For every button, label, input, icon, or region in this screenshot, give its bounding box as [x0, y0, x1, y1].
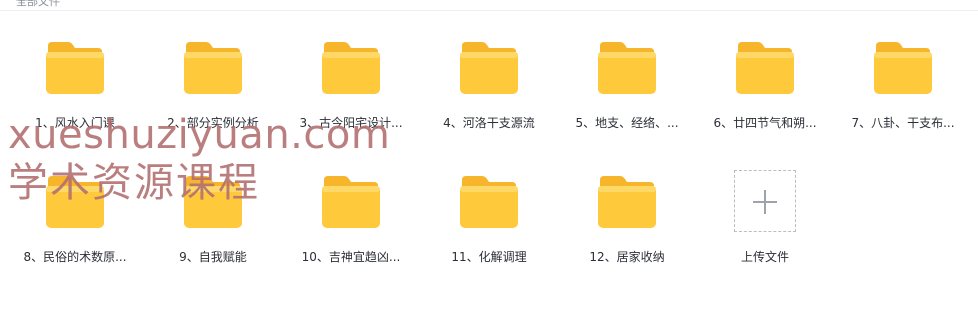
top-bar: 全部文件	[0, 0, 978, 11]
folder-label: 11、化解调理	[451, 250, 527, 264]
folder-icon	[460, 176, 518, 228]
folder-icon	[598, 42, 656, 94]
folder-item[interactable]: 6、廿四节气和朔...	[696, 36, 834, 156]
folder-icon	[736, 42, 794, 94]
folder-item[interactable]: 10、吉神宜趋凶...	[282, 170, 420, 290]
folder-label: 2、部分实例分析	[167, 116, 259, 130]
folder-item[interactable]: 5、地支、经络、...	[558, 36, 696, 156]
folder-item[interactable]: 12、居家收纳	[558, 170, 696, 290]
folder-item[interactable]: 7、八卦、干支布...	[834, 36, 972, 156]
folder-label: 6、廿四节气和朔...	[713, 116, 817, 130]
folder-icon	[184, 176, 242, 228]
folder-icon	[46, 42, 104, 94]
folder-label: 3、古今阳宅设计...	[299, 116, 403, 130]
folder-label: 10、吉神宜趋凶...	[301, 250, 401, 264]
folder-item[interactable]: 3、古今阳宅设计...	[282, 36, 420, 156]
file-browser: 全部文件 1、风水入门课 2、部分实例分析 3、古今阳宅设计... 4、河洛干支…	[0, 0, 978, 328]
upload-tile[interactable]: 上传文件	[696, 170, 834, 290]
folder-item[interactable]: 4、河洛干支源流	[420, 36, 558, 156]
folder-label: 5、地支、经络、...	[575, 116, 679, 130]
folder-item[interactable]: 8、民俗的术数原...	[6, 170, 144, 290]
folder-icon	[184, 42, 242, 94]
folder-item[interactable]: 2、部分实例分析	[144, 36, 282, 156]
folder-label: 12、居家收纳	[589, 250, 665, 264]
folder-item[interactable]: 1、风水入门课	[6, 36, 144, 156]
folder-icon	[598, 176, 656, 228]
folder-label: 7、八卦、干支布...	[851, 116, 955, 130]
folder-icon	[322, 42, 380, 94]
folder-label: 8、民俗的术数原...	[23, 250, 127, 264]
folder-label: 9、自我赋能	[179, 250, 247, 264]
folder-icon	[46, 176, 104, 228]
upload-button[interactable]	[734, 170, 796, 232]
breadcrumb[interactable]: 全部文件	[16, 0, 60, 9]
folder-label: 1、风水入门课	[35, 116, 115, 130]
folder-label: 4、河洛干支源流	[443, 116, 535, 130]
folder-item[interactable]: 11、化解调理	[420, 170, 558, 290]
folder-icon	[460, 42, 518, 94]
folder-icon	[874, 42, 932, 94]
folder-icon	[322, 176, 380, 228]
folder-item[interactable]: 9、自我赋能	[144, 170, 282, 290]
upload-label: 上传文件	[740, 250, 789, 264]
